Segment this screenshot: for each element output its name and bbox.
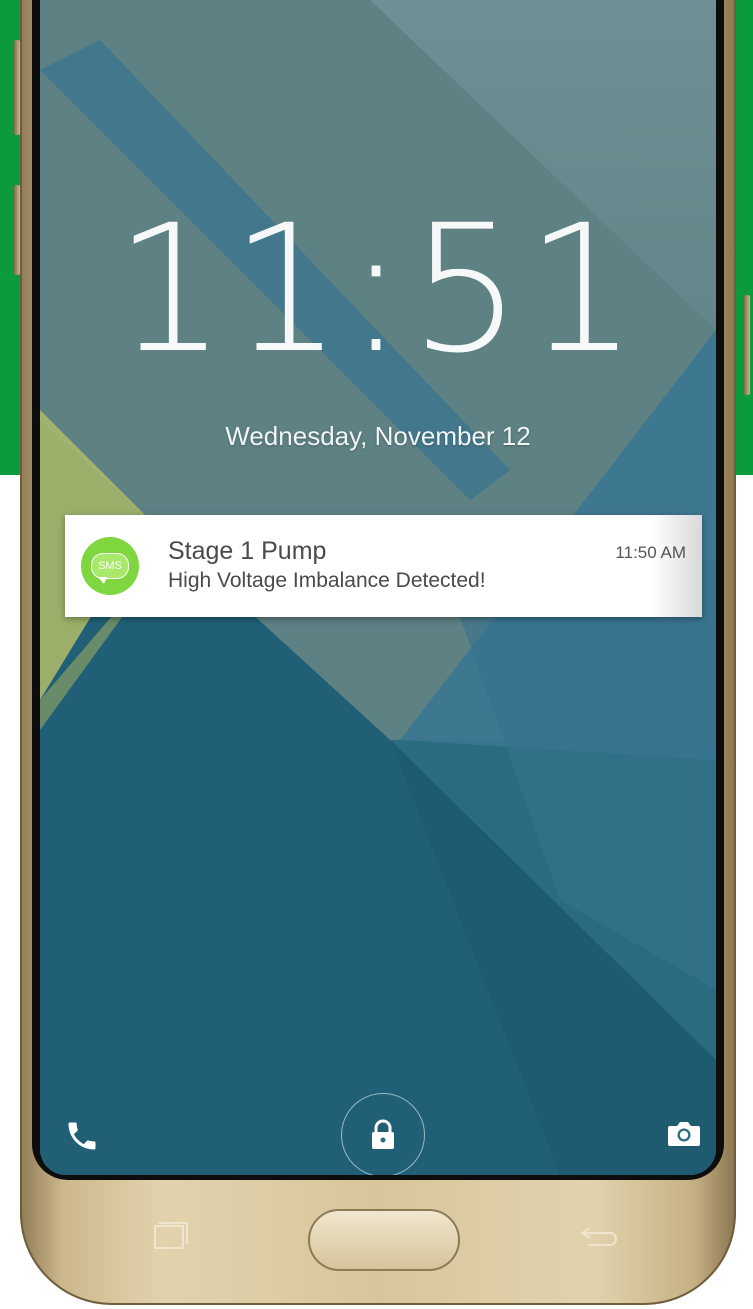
lock-icon	[372, 1119, 394, 1149]
volume-up-key	[14, 40, 20, 135]
notification-title: Stage 1 Pump	[168, 537, 327, 565]
notification-card[interactable]: SMS Stage 1 Pump High Voltage Imbalance …	[65, 515, 702, 617]
phone-icon[interactable]	[64, 1118, 100, 1154]
notification-message: High Voltage Imbalance Detected!	[168, 569, 486, 592]
lock-screen[interactable]: 11:51 Wednesday, November 12 SMS Stage 1…	[40, 0, 716, 1175]
camera-icon[interactable]	[666, 1118, 702, 1150]
sms-badge: SMS	[91, 553, 129, 584]
date-label: Wednesday, November 12	[225, 421, 531, 451]
recent-apps-icon[interactable]	[151, 1222, 191, 1252]
back-icon[interactable]	[578, 1222, 622, 1252]
unlock-button[interactable]	[341, 1093, 425, 1175]
volume-down-key	[14, 185, 20, 275]
clock: 11:51	[114, 187, 642, 392]
power-key	[744, 295, 750, 395]
sms-app-icon: SMS	[81, 537, 139, 595]
home-button[interactable]	[308, 1209, 460, 1271]
notification-time: 11:50 AM	[615, 543, 686, 562]
